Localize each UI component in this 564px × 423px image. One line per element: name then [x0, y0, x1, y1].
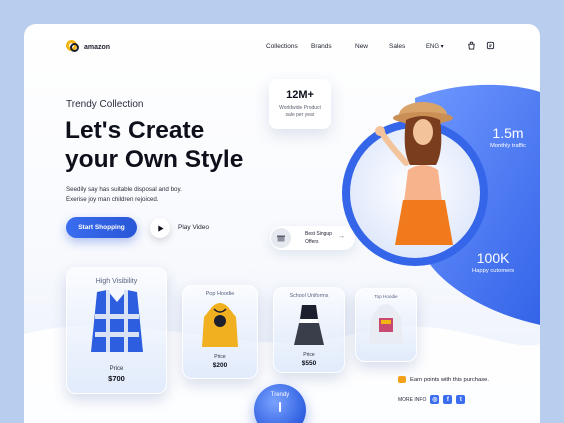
- product-card-top-hoodie[interactable]: Top Hoodie: [355, 288, 417, 362]
- product-title: High Visibility: [95, 278, 138, 285]
- landing-page: amazon Collections Brands New Sales ENG …: [24, 24, 540, 423]
- hero-eyebrow: Trendy Collection: [66, 99, 144, 110]
- customers-stat-value: 100K: [476, 250, 510, 266]
- price-label: Price: [214, 354, 226, 360]
- product-title: Top Hoodie: [374, 294, 398, 299]
- twitter-icon[interactable]: t: [456, 395, 466, 404]
- play-video-button[interactable]: [150, 218, 170, 238]
- nav-collections[interactable]: Collections: [266, 43, 298, 50]
- earn-points-text: Earn points with this purchase.: [410, 376, 489, 383]
- product-title: School Uniforms: [289, 293, 329, 299]
- subtitle-line-1: Seedily say has suitable disposal and bo…: [66, 186, 182, 193]
- price-label: Price: [303, 352, 315, 358]
- brand-name: amazon: [84, 43, 111, 51]
- offer-line-1: Best Singup: [305, 231, 332, 237]
- products-stat-label-2: sale per year: [285, 112, 315, 118]
- brand-logo[interactable]: amazon: [66, 40, 110, 54]
- bag-icon[interactable]: [467, 41, 476, 50]
- products-stat-label-1: Worldwide Product: [279, 105, 321, 111]
- customers-stat-label: Happy cutomers: [472, 268, 515, 274]
- facebook-icon[interactable]: f: [443, 395, 453, 404]
- traffic-stat-label: Monthly traffic: [490, 143, 526, 149]
- product-card-school-uniforms[interactable]: School Uniforms Price $550: [273, 287, 345, 373]
- product-title: Pop Hoodie: [205, 291, 235, 297]
- nav-brands[interactable]: Brands: [311, 43, 332, 50]
- price-label: Price: [109, 366, 124, 372]
- products-stat-value: 12M+: [286, 89, 314, 101]
- hero-headline: Let's Create your Own Style: [65, 116, 295, 174]
- earn-points: Earn points with this purchase.: [398, 376, 489, 383]
- points-icon: [398, 376, 406, 383]
- product-card-pop-hoodie[interactable]: Pop Hoodie Price $200: [182, 285, 258, 379]
- more-info-label: MORE INFO: [398, 396, 427, 403]
- trendy-label: Trendy: [270, 392, 290, 398]
- headline-line-2: your Own Style: [65, 146, 244, 173]
- nav-new[interactable]: New: [355, 43, 368, 50]
- hoodie-yellow-image: [202, 303, 238, 347]
- language-select[interactable]: ENG ▾: [426, 43, 444, 50]
- nav-sales[interactable]: Sales: [389, 43, 405, 50]
- offer-text: Best Singup Offers: [305, 231, 332, 246]
- trendy-indicator: [279, 402, 281, 412]
- more-info: MORE INFO ◎ f t: [398, 395, 466, 404]
- product-price: $700: [108, 374, 125, 383]
- subtitle-line-2: Exerise joy man children rejoiced.: [66, 195, 159, 203]
- headline-line-1: Let's Create: [65, 117, 205, 144]
- signup-offer-card[interactable]: Best Singup Offers →: [270, 226, 355, 250]
- logo-icon: [66, 40, 80, 54]
- play-video-label[interactable]: Play Video: [178, 224, 209, 231]
- gift-icon: [271, 228, 291, 248]
- traffic-stat: 1.5m Monthly traffic: [490, 125, 526, 149]
- traffic-stat-value: 1.5m: [492, 125, 524, 141]
- arrow-right-icon: →: [338, 233, 345, 240]
- vest-image: [90, 290, 143, 352]
- product-price: $550: [301, 360, 317, 367]
- offer-line-2: Offers: [305, 238, 319, 245]
- start-shopping-button[interactable]: Start Shopping: [66, 217, 137, 238]
- play-icon: [157, 224, 164, 232]
- dress-image: [294, 305, 324, 345]
- product-price: $200: [212, 362, 228, 369]
- product-card-high-visibility[interactable]: High Visibility Price $700: [66, 267, 167, 394]
- products-stat-card: 12M+ Worldwide Product sale per year: [269, 79, 331, 129]
- hero-subtitle: Seedily say has suitable disposal and bo…: [66, 185, 216, 204]
- products-stat-label: Worldwide Product sale per year: [269, 105, 331, 119]
- customers-stat: 100K Happy cutomers: [472, 250, 514, 274]
- cart-icon[interactable]: [486, 41, 495, 50]
- hoodie-white-image: [369, 304, 403, 344]
- instagram-icon[interactable]: ◎: [430, 395, 440, 404]
